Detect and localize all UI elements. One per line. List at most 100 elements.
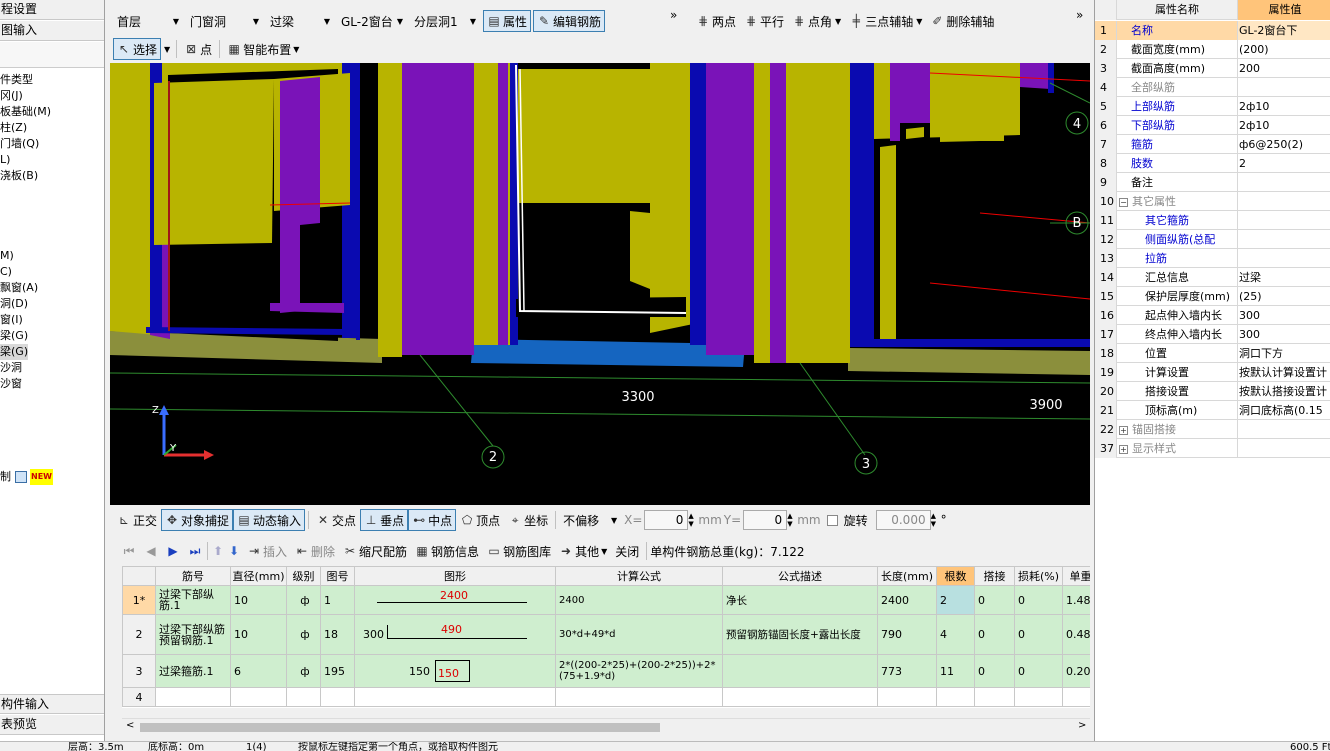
object-snap-button[interactable]: ✥ 对象捕捉 xyxy=(161,509,234,531)
tree-item[interactable]: 飘窗(A) xyxy=(0,280,38,296)
property-row[interactable]: 5 上部纵筋 2ф10 xyxy=(1095,97,1330,116)
diameter-cell[interactable]: 6 xyxy=(230,654,287,688)
unit-weight-cell[interactable]: 1.48 xyxy=(1062,585,1090,615)
count-cell[interactable]: 2 xyxy=(936,585,975,615)
tree-search-box[interactable] xyxy=(0,42,104,68)
property-row[interactable]: 17 终点伸入墙内长 300 xyxy=(1095,325,1330,344)
grade-cell[interactable] xyxy=(286,687,321,707)
formula-cell[interactable] xyxy=(555,687,723,707)
count-cell[interactable]: 4 xyxy=(936,614,975,655)
midpoint-button[interactable]: ⊷ 中点 xyxy=(408,509,457,531)
vertex-button[interactable]: ⬠ 顶点 xyxy=(456,509,504,531)
loss-cell[interactable] xyxy=(1014,687,1063,707)
delete-button[interactable]: ⇤ 删除 xyxy=(291,540,339,562)
col-header-length[interactable]: 长度(mm) xyxy=(877,566,937,586)
property-row[interactable]: 37 + 显示样式 xyxy=(1095,439,1330,458)
horizontal-scrollbar[interactable]: < > xyxy=(122,718,1090,735)
close-button[interactable]: 关闭 xyxy=(611,540,643,562)
property-row[interactable]: 8 肢数 2 xyxy=(1095,154,1330,173)
tree-item[interactable]: 洞(D) xyxy=(0,296,28,312)
col-header-shape[interactable]: 图形 xyxy=(354,566,556,586)
property-row[interactable]: 6 下部纵筋 2ф10 xyxy=(1095,116,1330,135)
tree-item[interactable]: 冈(J) xyxy=(0,88,23,104)
point-angle-button[interactable]: ⋕ 点角 ▼ xyxy=(788,10,845,32)
table-row[interactable]: 3 过梁箍筋.1 6 ф 195 150 150 2*((200-2*25)+(200-2*2… xyxy=(122,654,1090,688)
ortho-button[interactable]: ⊾ 正交 xyxy=(113,509,161,531)
select-button[interactable]: ↖ 选择 xyxy=(113,38,162,60)
description-cell[interactable] xyxy=(722,654,878,688)
property-row[interactable]: 18 位置 洞口下方 xyxy=(1095,344,1330,363)
col-header-count[interactable]: 根数 xyxy=(936,566,975,586)
x-input[interactable]: 0 xyxy=(644,510,689,530)
grade-cell[interactable]: ф xyxy=(286,654,321,688)
shape-cell[interactable]: 2400 xyxy=(354,585,556,615)
rotate-checkbox[interactable] xyxy=(826,514,838,526)
smart-layout-button[interactable]: ▦ 智能布置 ▼ xyxy=(223,38,303,60)
prev-record-icon[interactable]: ◀ xyxy=(144,544,158,558)
figure-no-cell[interactable] xyxy=(320,687,355,707)
lap-cell[interactable] xyxy=(974,687,1015,707)
formula-cell[interactable]: 2*((200-2*25)+(200-2*25))+2*(75+1.9*d) xyxy=(555,654,723,688)
tree-item[interactable]: 件类型 xyxy=(0,72,33,88)
scale-rebar-button[interactable]: ✂ 缩尺配筋 xyxy=(339,540,411,562)
loss-cell[interactable]: 0 xyxy=(1014,585,1063,615)
property-row[interactable]: 22 + 锚固搭接 xyxy=(1095,420,1330,439)
project-settings-tab[interactable]: 程设置 xyxy=(0,0,104,20)
floor-select[interactable]: 首层 ▼ xyxy=(113,11,183,31)
property-value[interactable] xyxy=(1238,230,1330,249)
report-preview-tab[interactable]: 表预览 xyxy=(0,715,104,735)
property-value[interactable]: 洞口底标高(0.15 xyxy=(1238,401,1330,420)
rebar-library-button[interactable]: ▭ 钢筋图库 xyxy=(483,540,555,562)
property-value[interactable]: 按默认搭接设置计 xyxy=(1238,382,1330,401)
figure-no-cell[interactable]: 18 xyxy=(320,614,355,655)
property-row[interactable]: 20 搭接设置 按默认搭接设置计 xyxy=(1095,382,1330,401)
tree-item[interactable]: 窗(I) xyxy=(0,312,23,328)
drawing-input-tab[interactable]: 图输入 xyxy=(0,21,104,41)
property-value[interactable]: 按默认计算设置计 xyxy=(1238,363,1330,382)
property-row[interactable]: 21 顶标高(m) 洞口底标高(0.15 xyxy=(1095,401,1330,420)
length-cell[interactable]: 2400 xyxy=(877,585,937,615)
property-row[interactable]: 3 截面高度(mm) 200 xyxy=(1095,59,1330,78)
component-input-tab[interactable]: 构件输入 xyxy=(0,694,104,714)
expand-icon[interactable]: + xyxy=(1119,444,1128,454)
element-select[interactable]: GL-2窗台 ▼ xyxy=(337,11,407,31)
figure-no-cell[interactable]: 195 xyxy=(320,654,355,688)
property-value[interactable]: GL-2窗台下 xyxy=(1238,21,1330,40)
property-value[interactable]: 200 xyxy=(1238,59,1330,78)
shape-cell[interactable]: 150 150 xyxy=(354,654,556,688)
move-up-icon[interactable]: ⬆ xyxy=(211,544,225,558)
property-value[interactable]: 2ф10 xyxy=(1238,116,1330,135)
row-number-cell[interactable]: 1* xyxy=(122,585,156,615)
loss-cell[interactable]: 0 xyxy=(1014,654,1063,688)
tree-item[interactable]: 沙窗 xyxy=(0,376,22,392)
property-row[interactable]: 16 起点伸入墙内长 300 xyxy=(1095,306,1330,325)
category-select[interactable]: 门窗洞 ▼ xyxy=(186,11,263,31)
row-number-cell[interactable]: 4 xyxy=(122,687,156,707)
tree-item[interactable]: 梁(G) xyxy=(0,344,29,360)
intersection-button[interactable]: ✕ 交点 xyxy=(312,509,360,531)
property-value[interactable] xyxy=(1238,211,1330,230)
rotate-spinner-icon[interactable]: ▲ ▼ xyxy=(931,512,941,528)
unit-weight-cell[interactable] xyxy=(1062,687,1090,707)
property-value[interactable]: 300 xyxy=(1238,306,1330,325)
select-dropdown-icon[interactable]: ▼ xyxy=(164,45,170,54)
coordinate-button[interactable]: ⌖ 坐标 xyxy=(504,509,552,531)
property-value[interactable]: 300 xyxy=(1238,325,1330,344)
3d-viewport[interactable]: 2 3 4 B 3300 3900 Z Y xyxy=(110,63,1090,505)
point-button[interactable]: ⊠ 点 xyxy=(180,38,216,60)
scroll-right-icon[interactable]: > xyxy=(1078,720,1086,731)
tree-item[interactable]: C) xyxy=(0,264,12,280)
count-cell[interactable] xyxy=(936,687,975,707)
unit-weight-cell[interactable]: 0.20 xyxy=(1062,654,1090,688)
bar-name-cell[interactable]: 过梁箍筋.1 xyxy=(155,654,231,688)
diameter-cell[interactable]: 10 xyxy=(230,614,287,655)
property-value[interactable]: 洞口下方 xyxy=(1238,344,1330,363)
bar-name-cell[interactable]: 过梁下部纵筋预留钢筋.1 xyxy=(155,614,231,655)
parallel-button[interactable]: ⋕ 平行 xyxy=(740,10,788,32)
tree-item[interactable]: 梁(G) xyxy=(0,328,28,344)
offset-mode-select[interactable]: 不偏移 ▼ xyxy=(559,510,621,530)
property-value[interactable]: (25) xyxy=(1238,287,1330,306)
rotate-input[interactable]: 0.000 xyxy=(875,510,931,530)
grade-cell[interactable]: ф xyxy=(286,585,321,615)
tree-item-extra[interactable]: 制 NEW xyxy=(0,469,53,485)
